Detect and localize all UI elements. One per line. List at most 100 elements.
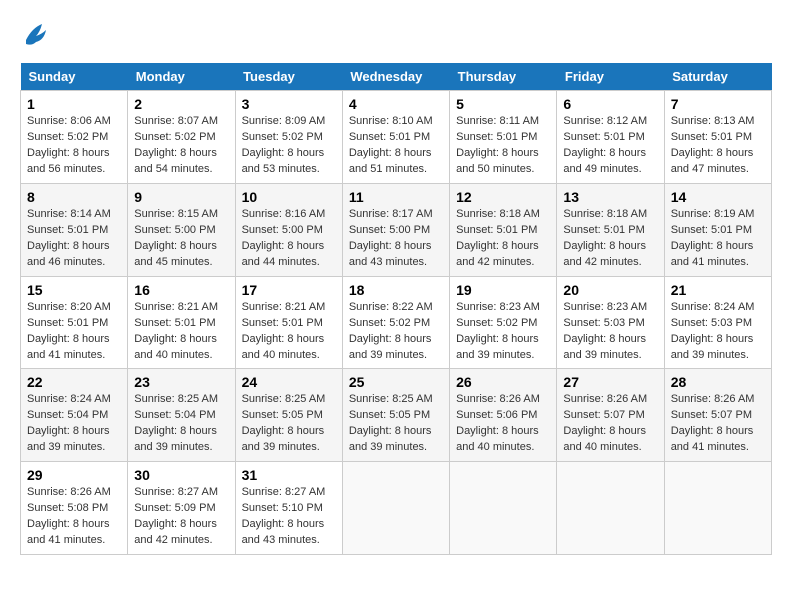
calendar-week-1: 1 Sunrise: 8:06 AMSunset: 5:02 PMDaylight… — [21, 91, 772, 184]
day-detail: Sunrise: 8:14 AMSunset: 5:01 PMDaylight:… — [27, 207, 121, 271]
calendar-cell: 8 Sunrise: 8:14 AMSunset: 5:01 PMDaylight… — [21, 183, 128, 276]
calendar-cell: 17 Sunrise: 8:21 AMSunset: 5:01 PMDayligh… — [235, 276, 342, 369]
day-detail: Sunrise: 8:18 AMSunset: 5:01 PMDaylight:… — [563, 207, 657, 271]
day-detail: Sunrise: 8:23 AMSunset: 5:03 PMDaylight:… — [563, 300, 657, 364]
calendar-cell: 28 Sunrise: 8:26 AMSunset: 5:07 PMDayligh… — [664, 369, 771, 462]
day-number: 19 — [456, 282, 550, 298]
day-detail: Sunrise: 8:09 AMSunset: 5:02 PMDaylight:… — [242, 114, 336, 178]
logo — [20, 20, 52, 53]
calendar-week-2: 8 Sunrise: 8:14 AMSunset: 5:01 PMDaylight… — [21, 183, 772, 276]
day-number: 16 — [134, 282, 228, 298]
day-detail: Sunrise: 8:20 AMSunset: 5:01 PMDaylight:… — [27, 300, 121, 364]
day-number: 14 — [671, 189, 765, 205]
calendar-cell: 13 Sunrise: 8:18 AMSunset: 5:01 PMDayligh… — [557, 183, 664, 276]
day-number: 21 — [671, 282, 765, 298]
logo-bird-icon — [22, 20, 50, 48]
calendar-cell: 19 Sunrise: 8:23 AMSunset: 5:02 PMDayligh… — [450, 276, 557, 369]
calendar-cell: 10 Sunrise: 8:16 AMSunset: 5:00 PMDayligh… — [235, 183, 342, 276]
calendar-week-5: 29Sunrise: 8:26 AMSunset: 5:08 PMDayligh… — [21, 462, 772, 555]
day-detail: Sunrise: 8:12 AMSunset: 5:01 PMDaylight:… — [563, 114, 657, 178]
day-number: 17 — [242, 282, 336, 298]
day-number: 31 — [242, 467, 336, 483]
day-number: 9 — [134, 189, 228, 205]
calendar-cell — [342, 462, 449, 555]
calendar-cell: 21 Sunrise: 8:24 AMSunset: 5:03 PMDayligh… — [664, 276, 771, 369]
weekday-header-monday: Monday — [128, 63, 235, 91]
day-number: 30 — [134, 467, 228, 483]
day-detail: Sunrise: 8:19 AMSunset: 5:01 PMDaylight:… — [671, 207, 765, 271]
calendar-table: SundayMondayTuesdayWednesdayThursdayFrid… — [20, 63, 772, 555]
calendar-cell: 14 Sunrise: 8:19 AMSunset: 5:01 PMDayligh… — [664, 183, 771, 276]
day-number: 13 — [563, 189, 657, 205]
calendar-header-row: SundayMondayTuesdayWednesdayThursdayFrid… — [21, 63, 772, 91]
calendar-cell: 20 Sunrise: 8:23 AMSunset: 5:03 PMDayligh… — [557, 276, 664, 369]
calendar-week-3: 15 Sunrise: 8:20 AMSunset: 5:01 PMDayligh… — [21, 276, 772, 369]
weekday-header-friday: Friday — [557, 63, 664, 91]
day-number: 20 — [563, 282, 657, 298]
weekday-header-sunday: Sunday — [21, 63, 128, 91]
day-number: 10 — [242, 189, 336, 205]
calendar-cell: 26Sunrise: 8:26 AMSunset: 5:06 PMDayligh… — [450, 369, 557, 462]
calendar-cell: 23 Sunrise: 8:25 AMSunset: 5:04 PMDayligh… — [128, 369, 235, 462]
day-number: 26 — [456, 374, 550, 390]
calendar-cell: 30 Sunrise: 8:27 AMSunset: 5:09 PMDayligh… — [128, 462, 235, 555]
day-number: 12 — [456, 189, 550, 205]
day-number: 22 — [27, 374, 121, 390]
calendar-cell: 9 Sunrise: 8:15 AMSunset: 5:00 PMDaylight… — [128, 183, 235, 276]
logo-text — [20, 20, 50, 53]
day-detail: Sunrise: 8:26 AMSunset: 5:07 PMDaylight:… — [563, 392, 657, 456]
calendar-cell: 6Sunrise: 8:12 AMSunset: 5:01 PMDaylight… — [557, 91, 664, 184]
calendar-cell: 31 Sunrise: 8:27 AMSunset: 5:10 PMDayligh… — [235, 462, 342, 555]
calendar-cell — [664, 462, 771, 555]
calendar-cell — [557, 462, 664, 555]
day-number: 27 — [563, 374, 657, 390]
day-detail: Sunrise: 8:23 AMSunset: 5:02 PMDaylight:… — [456, 300, 550, 364]
calendar-cell: 2 Sunrise: 8:07 AMSunset: 5:02 PMDaylight… — [128, 91, 235, 184]
day-detail: Sunrise: 8:25 AMSunset: 5:05 PMDaylight:… — [242, 392, 336, 456]
calendar-cell: 4Sunrise: 8:10 AMSunset: 5:01 PMDaylight… — [342, 91, 449, 184]
day-number: 25 — [349, 374, 443, 390]
calendar-cell: 15 Sunrise: 8:20 AMSunset: 5:01 PMDayligh… — [21, 276, 128, 369]
day-detail: Sunrise: 8:26 AMSunset: 5:07 PMDaylight:… — [671, 392, 765, 456]
day-number: 29 — [27, 467, 121, 483]
day-detail: Sunrise: 8:25 AMSunset: 5:04 PMDaylight:… — [134, 392, 228, 456]
day-number: 8 — [27, 189, 121, 205]
day-number: 2 — [134, 96, 228, 112]
calendar-cell: 16Sunrise: 8:21 AMSunset: 5:01 PMDayligh… — [128, 276, 235, 369]
calendar-week-4: 22 Sunrise: 8:24 AMSunset: 5:04 PMDayligh… — [21, 369, 772, 462]
day-number: 28 — [671, 374, 765, 390]
day-detail: Sunrise: 8:18 AMSunset: 5:01 PMDaylight:… — [456, 207, 550, 271]
day-number: 15 — [27, 282, 121, 298]
day-detail: Sunrise: 8:07 AMSunset: 5:02 PMDaylight:… — [134, 114, 228, 178]
day-detail: Sunrise: 8:24 AMSunset: 5:04 PMDaylight:… — [27, 392, 121, 456]
calendar-cell — [450, 462, 557, 555]
day-number: 18 — [349, 282, 443, 298]
calendar-cell: 29Sunrise: 8:26 AMSunset: 5:08 PMDayligh… — [21, 462, 128, 555]
day-detail: Sunrise: 8:27 AMSunset: 5:10 PMDaylight:… — [242, 485, 336, 549]
day-number: 23 — [134, 374, 228, 390]
day-number: 1 — [27, 96, 121, 112]
day-number: 4 — [349, 96, 443, 112]
calendar-cell: 18 Sunrise: 8:22 AMSunset: 5:02 PMDayligh… — [342, 276, 449, 369]
day-detail: Sunrise: 8:27 AMSunset: 5:09 PMDaylight:… — [134, 485, 228, 549]
day-detail: Sunrise: 8:15 AMSunset: 5:00 PMDaylight:… — [134, 207, 228, 271]
calendar-cell: 24Sunrise: 8:25 AMSunset: 5:05 PMDayligh… — [235, 369, 342, 462]
day-detail: Sunrise: 8:17 AMSunset: 5:00 PMDaylight:… — [349, 207, 443, 271]
calendar-cell: 12 Sunrise: 8:18 AMSunset: 5:01 PMDayligh… — [450, 183, 557, 276]
calendar-cell: 1 Sunrise: 8:06 AMSunset: 5:02 PMDaylight… — [21, 91, 128, 184]
weekday-header-wednesday: Wednesday — [342, 63, 449, 91]
calendar-cell: 5 Sunrise: 8:11 AMSunset: 5:01 PMDaylight… — [450, 91, 557, 184]
calendar-cell: 22 Sunrise: 8:24 AMSunset: 5:04 PMDayligh… — [21, 369, 128, 462]
day-number: 5 — [456, 96, 550, 112]
day-detail: Sunrise: 8:11 AMSunset: 5:01 PMDaylight:… — [456, 114, 550, 178]
day-detail: Sunrise: 8:25 AMSunset: 5:05 PMDaylight:… — [349, 392, 443, 456]
day-detail: Sunrise: 8:13 AMSunset: 5:01 PMDaylight:… — [671, 114, 765, 178]
day-detail: Sunrise: 8:21 AMSunset: 5:01 PMDaylight:… — [242, 300, 336, 364]
weekday-header-tuesday: Tuesday — [235, 63, 342, 91]
day-detail: Sunrise: 8:16 AMSunset: 5:00 PMDaylight:… — [242, 207, 336, 271]
day-detail: Sunrise: 8:06 AMSunset: 5:02 PMDaylight:… — [27, 114, 121, 178]
day-detail: Sunrise: 8:24 AMSunset: 5:03 PMDaylight:… — [671, 300, 765, 364]
day-detail: Sunrise: 8:22 AMSunset: 5:02 PMDaylight:… — [349, 300, 443, 364]
calendar-cell: 11Sunrise: 8:17 AMSunset: 5:00 PMDayligh… — [342, 183, 449, 276]
calendar-cell: 7Sunrise: 8:13 AMSunset: 5:01 PMDaylight… — [664, 91, 771, 184]
